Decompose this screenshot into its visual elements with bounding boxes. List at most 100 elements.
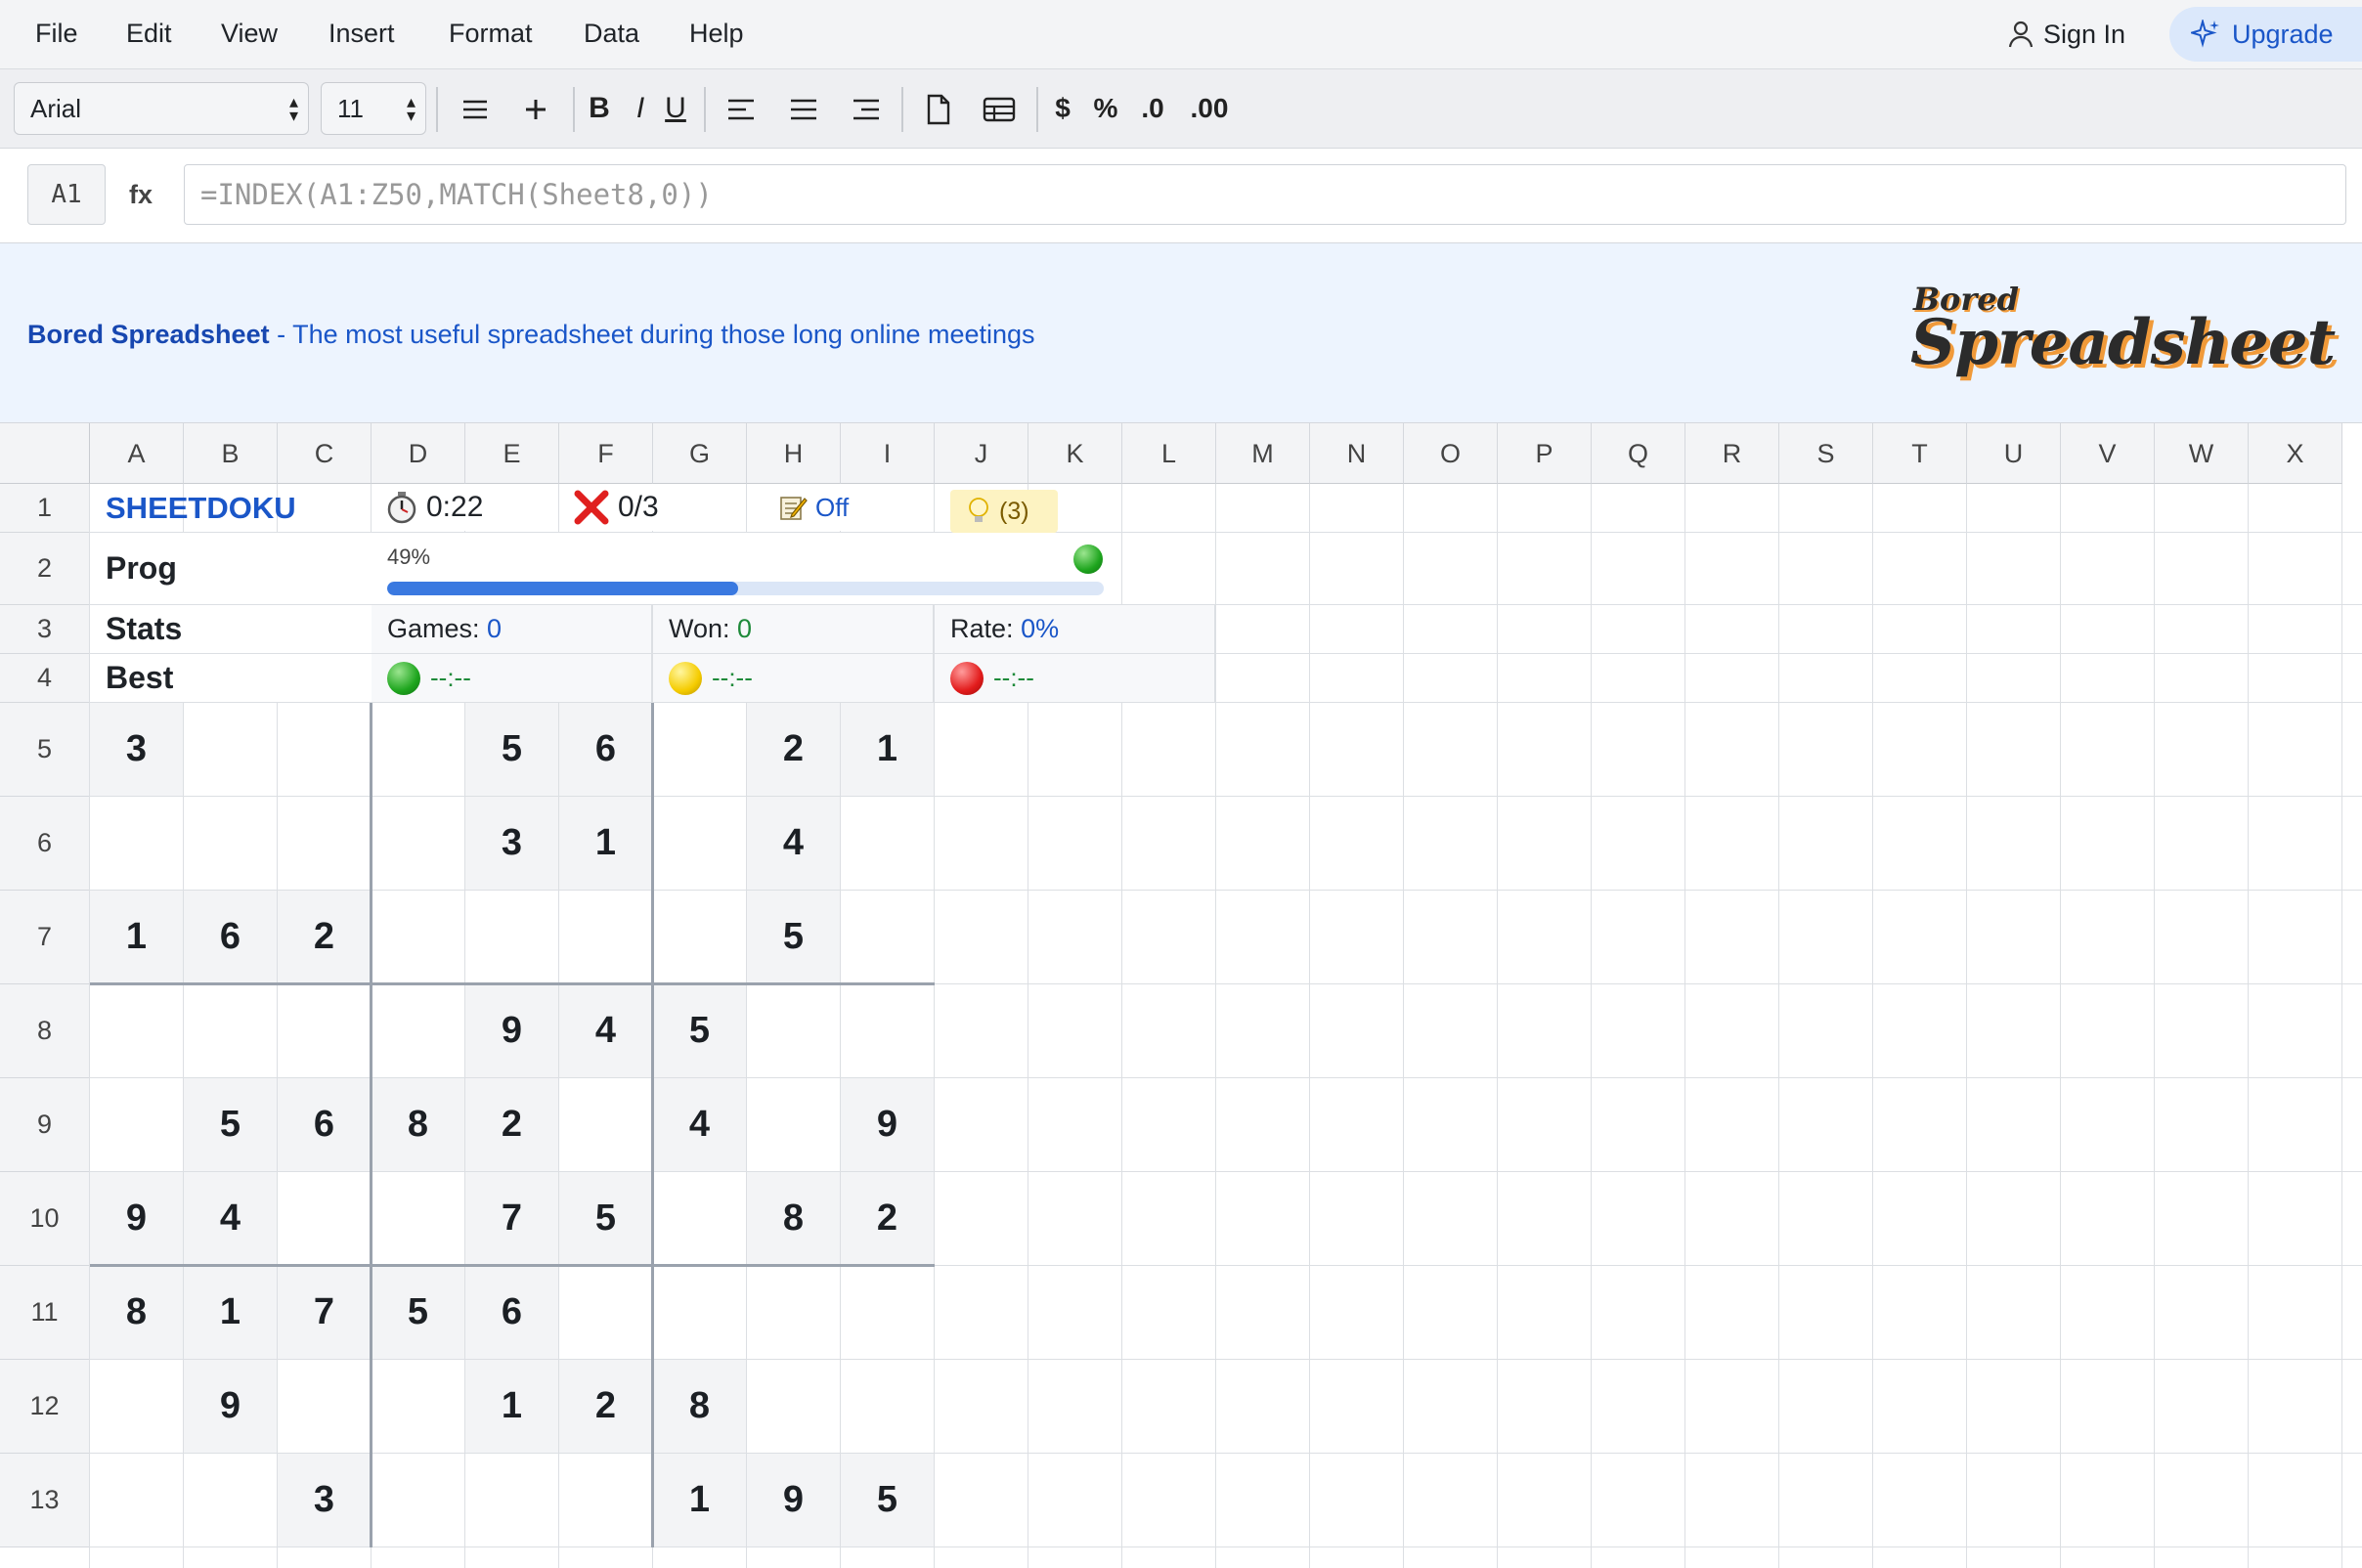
upgrade-button[interactable]: Upgrade xyxy=(2169,7,2362,62)
column-header-v[interactable]: V xyxy=(2061,423,2155,484)
column-header-r[interactable]: R xyxy=(1685,423,1779,484)
sudoku-cell[interactable]: 4 xyxy=(184,1172,277,1265)
sudoku-cell[interactable]: 4 xyxy=(653,1078,746,1171)
sudoku-cell[interactable] xyxy=(841,1360,934,1453)
sudoku-cell[interactable] xyxy=(278,1360,371,1453)
sudoku-cell[interactable]: 6 xyxy=(184,891,277,983)
column-header-p[interactable]: P xyxy=(1498,423,1592,484)
row-header-3[interactable]: 3 xyxy=(0,605,90,654)
row-header-4[interactable]: 4 xyxy=(0,654,90,703)
sudoku-cell[interactable] xyxy=(372,1360,464,1453)
italic-button[interactable]: I xyxy=(626,82,655,135)
sudoku-cell[interactable] xyxy=(559,891,652,983)
sudoku-cell[interactable] xyxy=(559,1266,652,1359)
sudoku-cell[interactable]: 1 xyxy=(653,1454,746,1546)
sudoku-cell[interactable]: 3 xyxy=(278,1454,371,1546)
sudoku-cell[interactable] xyxy=(747,1078,840,1171)
sudoku-cell[interactable]: 5 xyxy=(747,891,840,983)
row-header-8[interactable]: 8 xyxy=(0,984,90,1078)
sudoku-cell[interactable]: 8 xyxy=(747,1172,840,1265)
sudoku-cell[interactable] xyxy=(841,891,934,983)
column-header-n[interactable]: N xyxy=(1310,423,1404,484)
sudoku-cell[interactable] xyxy=(747,1360,840,1453)
sudoku-cell[interactable] xyxy=(653,797,746,890)
sudoku-cell[interactable]: 4 xyxy=(559,984,652,1077)
sudoku-cell[interactable] xyxy=(90,1078,183,1171)
sudoku-cell[interactable] xyxy=(841,797,934,890)
row-header-13[interactable]: 13 xyxy=(0,1454,90,1547)
sudoku-cell[interactable]: 9 xyxy=(465,984,558,1077)
menu-format[interactable]: Format xyxy=(449,0,533,68)
sudoku-cell[interactable]: 2 xyxy=(747,703,840,796)
column-header-c[interactable]: C xyxy=(278,423,372,484)
sudoku-cell[interactable] xyxy=(184,984,277,1077)
column-header-a[interactable]: A xyxy=(90,423,184,484)
hint-button[interactable]: (3) xyxy=(950,490,1058,533)
column-header-w[interactable]: W xyxy=(2155,423,2249,484)
menu-view[interactable]: View xyxy=(221,0,278,68)
menu-insert[interactable]: Insert xyxy=(328,0,395,68)
row-header-2[interactable]: 2 xyxy=(0,533,90,605)
row-header-6[interactable]: 6 xyxy=(0,797,90,891)
sudoku-cell[interactable] xyxy=(184,1454,277,1546)
new-sheet-button[interactable] xyxy=(919,82,958,135)
align-right-button[interactable] xyxy=(847,82,886,135)
column-header-l[interactable]: L xyxy=(1122,423,1216,484)
sudoku-cell[interactable]: 8 xyxy=(372,1078,464,1171)
select-all-corner[interactable] xyxy=(0,423,90,484)
sudoku-cell[interactable]: 1 xyxy=(559,797,652,890)
menu-help[interactable]: Help xyxy=(689,0,744,68)
sudoku-cell[interactable] xyxy=(278,1172,371,1265)
column-header-q[interactable]: Q xyxy=(1592,423,1685,484)
insert-button[interactable] xyxy=(516,82,555,135)
column-header-s[interactable]: S xyxy=(1779,423,1873,484)
sudoku-cell[interactable] xyxy=(278,797,371,890)
column-header-m[interactable]: M xyxy=(1216,423,1310,484)
sudoku-cell[interactable] xyxy=(372,1454,464,1546)
column-header-b[interactable]: B xyxy=(184,423,278,484)
sudoku-cell[interactable] xyxy=(278,703,371,796)
sudoku-cell[interactable] xyxy=(559,1454,652,1546)
sudoku-cell[interactable] xyxy=(653,891,746,983)
sudoku-cell[interactable] xyxy=(465,1454,558,1546)
sudoku-cell[interactable] xyxy=(372,984,464,1077)
sudoku-cell[interactable]: 5 xyxy=(184,1078,277,1171)
menu-lines-button[interactable] xyxy=(456,82,495,135)
cell-reference-box[interactable]: A1 xyxy=(27,164,106,225)
sudoku-cell[interactable]: 4 xyxy=(747,797,840,890)
sudoku-cell[interactable]: 2 xyxy=(559,1360,652,1453)
sudoku-cell[interactable] xyxy=(184,703,277,796)
sudoku-cell[interactable] xyxy=(278,984,371,1077)
sudoku-cell[interactable] xyxy=(653,1266,746,1359)
table-button[interactable] xyxy=(980,82,1019,135)
column-header-j[interactable]: J xyxy=(935,423,1028,484)
sudoku-cell[interactable]: 1 xyxy=(90,891,183,983)
sudoku-cell[interactable] xyxy=(372,703,464,796)
sudoku-cell[interactable]: 3 xyxy=(465,797,558,890)
sudoku-cell[interactable]: 1 xyxy=(465,1360,558,1453)
column-header-x[interactable]: X xyxy=(2249,423,2342,484)
column-header-g[interactable]: G xyxy=(653,423,747,484)
sudoku-cell[interactable]: 6 xyxy=(278,1078,371,1171)
notes-toggle[interactable]: Off xyxy=(747,484,933,531)
sudoku-cell[interactable]: 9 xyxy=(841,1078,934,1171)
sudoku-cell[interactable]: 2 xyxy=(465,1078,558,1171)
sudoku-cell[interactable] xyxy=(90,797,183,890)
sudoku-cell[interactable]: 5 xyxy=(372,1266,464,1359)
menu-file[interactable]: File xyxy=(35,0,78,68)
currency-format-button[interactable]: $ xyxy=(1052,82,1073,135)
column-header-f[interactable]: F xyxy=(559,423,653,484)
sudoku-cell[interactable]: 1 xyxy=(184,1266,277,1359)
sudoku-cell[interactable] xyxy=(653,703,746,796)
row-header-9[interactable]: 9 xyxy=(0,1078,90,1172)
sudoku-cell[interactable] xyxy=(747,1266,840,1359)
sudoku-cell[interactable]: 2 xyxy=(278,891,371,983)
sudoku-cell[interactable]: 3 xyxy=(90,703,183,796)
menu-edit[interactable]: Edit xyxy=(126,0,172,68)
sudoku-cell[interactable]: 5 xyxy=(841,1454,934,1546)
sign-in-button[interactable]: Sign In xyxy=(2008,0,2125,68)
sudoku-cell[interactable] xyxy=(184,797,277,890)
percent-format-button[interactable]: % xyxy=(1093,82,1118,135)
align-left-button[interactable] xyxy=(722,82,761,135)
increase-decimal-button[interactable]: .00 xyxy=(1185,82,1234,135)
